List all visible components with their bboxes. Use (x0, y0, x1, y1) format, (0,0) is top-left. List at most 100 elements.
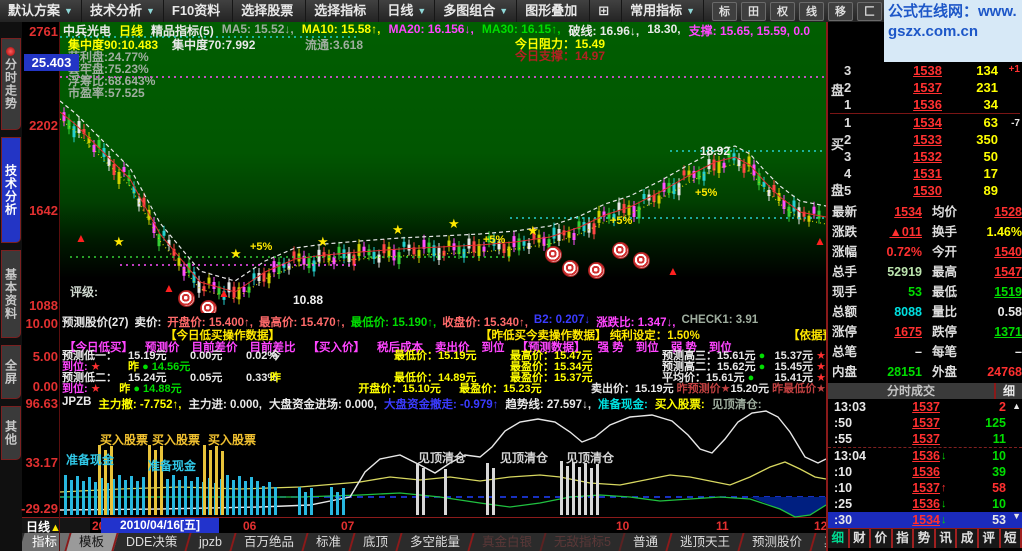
toolbar-tab[interactable]: jpzb (186, 533, 237, 551)
stat-value: 1519 (994, 285, 1022, 299)
stat-value: 52919 (887, 265, 922, 279)
quote-tab[interactable]: 成 (957, 529, 979, 548)
toolbar-tab[interactable]: 真金白银 (469, 533, 548, 551)
stat-row: 总手 52919 最高 1547 (828, 262, 1022, 282)
menu-item[interactable]: 选择指标 (306, 0, 380, 22)
table-cell: 0.02% (246, 350, 278, 362)
sell-top-label: 见顶清仓 (418, 451, 467, 465)
multi-grid-icon[interactable]: ⊞ (590, 0, 623, 22)
menu-item[interactable]: 选择股票 (233, 0, 307, 22)
scroll-down-icon[interactable]: ▼ (1012, 511, 1021, 521)
menu-item-label: 技术分析 (89, 3, 142, 18)
tool-button[interactable]: 线 (799, 1, 825, 21)
menu-item[interactable]: 图形叠加 (517, 0, 591, 22)
axis-label: -29.29 (21, 501, 58, 516)
quote-tab[interactable]: 指 (893, 529, 915, 548)
menu-item[interactable]: 常用指标 ▼ (622, 0, 705, 22)
sidebar-tab[interactable]: 全屏 (1, 345, 21, 399)
bid-row[interactable]: 4 1531 17 (828, 165, 1022, 182)
rose-icon (612, 242, 629, 259)
toolbar-tab[interactable]: 模板 (66, 533, 119, 551)
quote-tab[interactable]: 势 (914, 529, 936, 548)
tick-row[interactable]: :25 1536 ↓ 10 (828, 496, 1022, 512)
sidebar-tab[interactable]: 基本资料 (1, 250, 21, 338)
star-icon: ★ (113, 234, 125, 249)
title-token: MA20: 16.156↓, (388, 22, 474, 36)
stat-row: 内盘 28151 外盘 24768 (828, 362, 1022, 382)
ask-row[interactable]: 1 1536 34 (828, 96, 1022, 113)
bid-row[interactable]: 2 1533 350 (828, 131, 1022, 148)
menu-item[interactable]: 多图组合 ▼ (435, 0, 518, 22)
tool-button[interactable]: 田 (741, 1, 767, 21)
rose-icon (545, 246, 562, 263)
menu-item[interactable]: F10资料 (164, 0, 234, 22)
ask-row[interactable]: 2 1537 231 (828, 79, 1022, 96)
tick-row[interactable]: :55 1537 11 (828, 431, 1022, 447)
tick-row[interactable]: :10 1537 ↑ 58 (828, 480, 1022, 496)
signal-bar (196, 477, 199, 515)
ask-row[interactable]: 3 1538 134 (828, 62, 1022, 79)
signal-bar (226, 475, 229, 515)
toolbar-tab[interactable]: 无敌指标5 (541, 533, 626, 551)
jpzb-indicator-pane[interactable]: JPZB 主力撤: -7.752↑, 主力进: 0.000, 大盘资金进场: 0.00… (60, 395, 826, 532)
stat-label: 今开 (932, 245, 958, 259)
quote-tab[interactable]: 细 (828, 529, 850, 548)
signal-bar (560, 461, 563, 515)
signal-bar (244, 481, 247, 515)
bid-row[interactable]: 1 1534 63 (828, 114, 1022, 131)
sell-delta: +1 (1008, 64, 1020, 75)
bid-rows: 1 1534 63 2 1533 350 3 1532 50 4 1531 17 5 1530 89 (828, 114, 1022, 199)
sidebar-tab[interactable]: 其他 (1, 406, 21, 460)
tick-row[interactable]: :50 1537 125 (828, 415, 1022, 431)
toolbar-tab[interactable]: 指标 (22, 533, 72, 551)
toolbar-tab[interactable]: 百万绝品 (231, 533, 309, 551)
bid-row[interactable]: 3 1532 50 (828, 148, 1022, 165)
toolbar-tab[interactable]: 普通 (620, 533, 674, 551)
trading-terminal: 默认方案 ▼ 技术分析 ▼ F10资料 选择股票 选择指标 日线 ▼ 多图组合 … (0, 0, 1022, 551)
menu-item[interactable]: 默认方案 ▼ (0, 0, 82, 22)
feed-detail-button[interactable]: 细 (994, 383, 1022, 399)
scroll-up-icon[interactable]: ▲ (1012, 401, 1021, 411)
tick-row[interactable]: :10 1536 39 (828, 464, 1022, 480)
quote-tab[interactable]: 短 (1001, 529, 1022, 548)
star-icon: ★ (527, 223, 539, 238)
toolbar-tab[interactable]: 多空能量 (397, 533, 476, 551)
quote-tabs: 细财价指势讯成评短 (828, 528, 1022, 548)
bid-row[interactable]: 5 1530 89 (828, 182, 1022, 199)
toolbar-tab[interactable]: 底顶 (350, 533, 404, 551)
cash-ready-label: 准备现金 (66, 453, 115, 467)
quote-tab[interactable]: 价 (871, 529, 893, 548)
indicator-token: 大盘资金进场: 0.000, (268, 399, 377, 411)
menu-item-label: 日线 (387, 3, 414, 18)
signal-bar (190, 481, 193, 515)
stat-row: 涨幅 0.72% 今开 1540 (828, 242, 1022, 262)
table-row: 到位: ★ 昨 ● 14.88元 开盘价：15.10元 最盈价：15.23元 卖出… (62, 384, 826, 395)
menu-item[interactable]: 技术分析 ▼ (82, 0, 164, 22)
toolbar-tab[interactable]: 逃顶天王 (667, 533, 746, 551)
tool-button[interactable]: 权 (770, 1, 796, 21)
quote-tab[interactable]: 讯 (936, 529, 958, 548)
tick-row[interactable]: :30 1534 ↓ 53 (828, 512, 1022, 528)
candlestick-pane[interactable]: 中兵光电 日线 精品指标(5) MA5: 15.52↓, MA10: 15.58↑, MA… (60, 22, 826, 314)
tool-button[interactable]: 移 (828, 1, 854, 21)
tool-button[interactable]: 匚 (857, 1, 883, 21)
stat-label: 涨跌 (832, 225, 858, 239)
order-book: 盘 买 盘 +1 -7 3 1538 134 2 1537 231 1 1536 34 1 153… (828, 62, 1022, 199)
menu-item[interactable]: 日线 ▼ (379, 0, 436, 22)
time-tick-label: 10 (616, 519, 630, 533)
chevron-down-icon: ▼ (417, 6, 427, 16)
toolbar-tab[interactable]: 标准 (303, 533, 356, 551)
stat-label: 每笔 (932, 345, 958, 359)
quote-tab[interactable]: 评 (979, 529, 1001, 548)
stat-label: 跌停 (932, 325, 958, 339)
toolbar-tab[interactable]: DDE决策 (113, 533, 193, 551)
toolbar-tab[interactable]: 预测股价 (739, 533, 818, 551)
tick-row[interactable]: 13:03 1537 2 (828, 399, 1022, 415)
tick-row[interactable]: 13:04 1536 ↓ 10 (828, 447, 1022, 464)
tool-button[interactable]: 标 (712, 1, 738, 21)
title-token: 18.30, (647, 22, 681, 36)
quote-tab[interactable]: 财 (850, 529, 872, 548)
stat-value: – (1015, 345, 1022, 359)
sidebar-tab[interactable]: 技术分析 (1, 137, 21, 243)
table-cell: 15.20元 昨最低价★ (730, 383, 826, 395)
